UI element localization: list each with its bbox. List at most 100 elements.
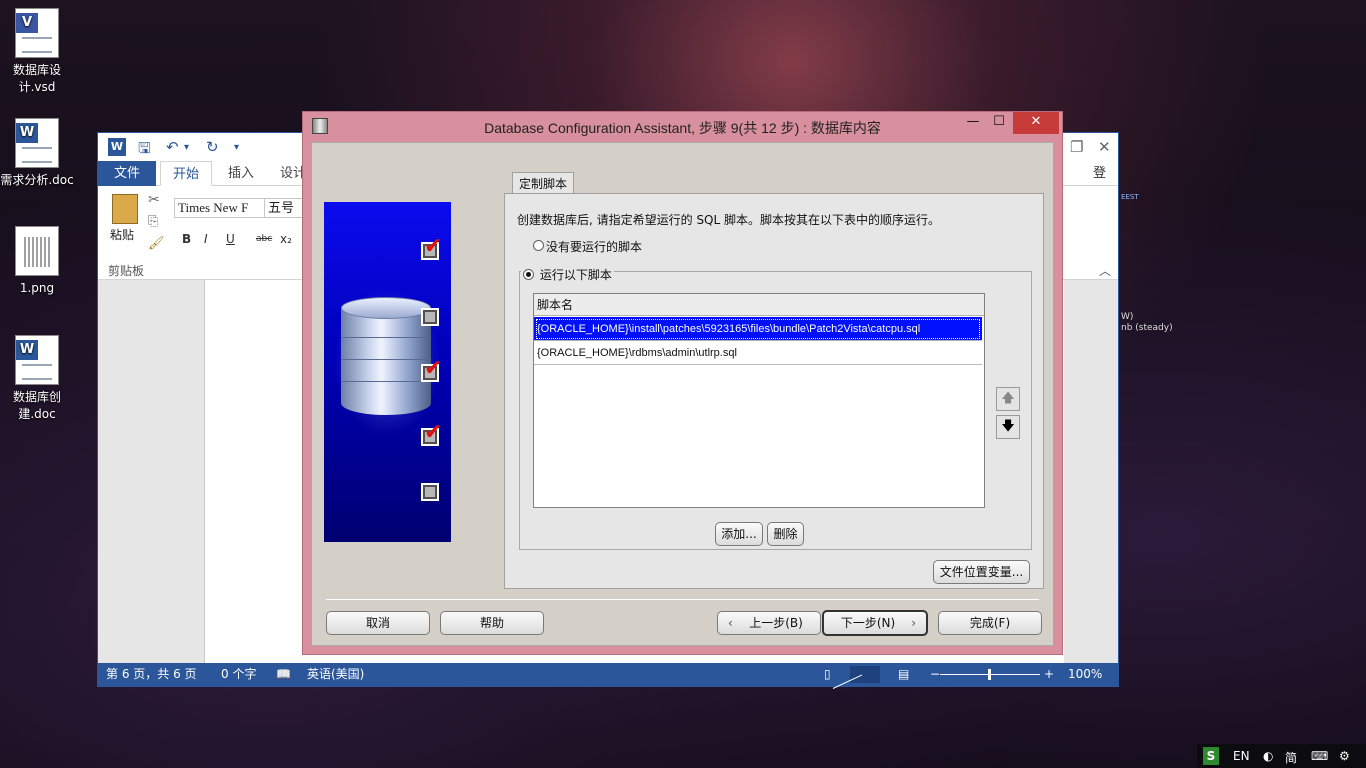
desktop-icon-label: 数据库设计.vsd	[12, 63, 61, 94]
next-button-label: 下一步(N)	[840, 616, 896, 630]
ime-mode-indicator[interactable]: 简	[1285, 749, 1297, 766]
maximize-icon[interactable]: ☐	[989, 112, 1009, 134]
copy-icon[interactable]: ⎘	[148, 214, 158, 229]
subscript-button[interactable]: x₂	[280, 232, 292, 246]
customize-qat-icon[interactable]: ▾	[234, 142, 239, 153]
radio-no-scripts[interactable]	[533, 240, 544, 251]
word-file-icon: W	[15, 118, 59, 168]
bg-text-steady: nb (steady)	[1121, 323, 1173, 333]
desktop-icon-doc-analysis[interactable]: W 需求分析.doc	[0, 118, 74, 189]
tab-file[interactable]: 文件	[98, 161, 156, 186]
radio-run-scripts[interactable]	[523, 269, 534, 280]
help-button[interactable]: 帮助	[440, 611, 544, 635]
step-check-4: ✔	[421, 422, 442, 446]
read-mode-icon[interactable]: ▯	[824, 663, 831, 686]
instructions-text: 创建数据库后, 请指定希望运行的 SQL 脚本。脚本按其在以下表中的顺序运行。	[517, 213, 941, 227]
file-location-variables-button[interactable]: 文件位置变量...	[933, 560, 1030, 584]
status-bar: 第 6 页，共 6 页 0 个字 📖 英语(美国) ▯ ▤ − + 100%	[98, 663, 1118, 686]
checkmark-icon: ✔	[424, 234, 443, 259]
bold-button[interactable]: B	[182, 232, 191, 246]
divider	[326, 599, 1039, 600]
table-row[interactable]: {ORACLE_HOME}\rdbms\admin\utlrp.sql	[534, 341, 982, 365]
word-file-icon: W	[15, 335, 59, 385]
settings-icon[interactable]: ⚙	[1339, 749, 1350, 763]
save-icon[interactable]: 🖫	[138, 138, 151, 163]
format-painter-icon[interactable]: 🖌	[148, 236, 165, 251]
zoom-in-icon[interactable]: +	[1044, 663, 1054, 686]
paste-button[interactable]: 粘贴	[110, 226, 134, 243]
undo-icon[interactable]: ↶	[166, 138, 179, 156]
tab-custom-scripts[interactable]: 定制脚本	[512, 172, 574, 194]
zoom-level[interactable]: 100%	[1068, 663, 1102, 686]
login-link[interactable]: 登录	[1081, 161, 1118, 206]
move-up-button[interactable]: 🡅	[996, 387, 1020, 411]
radio-run-wrap: 运行以下脚本	[521, 266, 614, 283]
add-script-button[interactable]: 添加...	[715, 522, 763, 546]
clipboard-group-label: 剪贴板	[108, 264, 145, 278]
dbca-dialog: Database Configuration Assistant, 步骤 9(共…	[302, 111, 1063, 655]
close-icon[interactable]: ✕	[1013, 112, 1059, 134]
delete-script-button[interactable]: 删除	[767, 522, 804, 546]
paste-icon[interactable]	[112, 194, 138, 224]
print-layout-icon[interactable]	[850, 666, 880, 683]
minimize-icon[interactable]: —	[963, 112, 983, 134]
dialog-titlebar[interactable]: Database Configuration Assistant, 步骤 9(共…	[303, 112, 1062, 142]
next-button[interactable]: 下一步(N) ›	[822, 610, 928, 636]
moon-icon[interactable]: ◐	[1263, 749, 1273, 763]
move-down-button[interactable]: 🡇	[996, 415, 1020, 439]
step-check-5	[421, 483, 439, 501]
desktop-icon-png[interactable]: 1.png	[0, 226, 74, 297]
redo-icon[interactable]: ↻	[206, 138, 219, 156]
language-indicator[interactable]: EN	[1233, 749, 1250, 763]
checkmark-icon: ✔	[424, 356, 443, 381]
custom-scripts-panel: 创建数据库后, 请指定希望运行的 SQL 脚本。脚本按其在以下表中的顺序运行。 …	[504, 193, 1044, 589]
finish-button[interactable]: 完成(F)	[938, 611, 1042, 635]
zoom-out-icon[interactable]: −	[930, 663, 940, 686]
proofing-icon[interactable]: 📖	[276, 663, 291, 686]
system-tray: S EN ◐ 简 ⌨ ⚙	[1197, 744, 1366, 768]
font-size-select[interactable]: 五号	[264, 198, 304, 218]
bg-text-eest: EEST	[1121, 193, 1139, 201]
strikethrough-button[interactable]: abc	[256, 234, 272, 244]
arrow-down-icon: 🡇	[1001, 419, 1015, 434]
italic-button[interactable]: I	[204, 232, 208, 246]
word-logo-icon: W	[108, 138, 126, 156]
underline-button[interactable]: U	[226, 232, 235, 246]
tab-home[interactable]: 开始	[160, 161, 213, 186]
image-file-icon	[15, 226, 59, 276]
table-row[interactable]: {ORACLE_HOME}\install\patches\5923165\fi…	[534, 317, 982, 341]
close-icon[interactable]: ✕	[1098, 138, 1111, 156]
tab-insert[interactable]: 插入	[216, 161, 266, 186]
arrow-up-icon: 🡅	[1001, 391, 1015, 406]
radio-run-scripts-label[interactable]: 运行以下脚本	[540, 268, 612, 282]
scripts-table[interactable]: 脚本名 {ORACLE_HOME}\install\patches\592316…	[533, 293, 985, 508]
back-button-label: 上一步(B)	[749, 616, 803, 630]
checkmark-icon: ✔	[424, 420, 443, 445]
collapse-ribbon-icon[interactable]: ︿	[1099, 262, 1111, 279]
zoom-slider-thumb[interactable]	[988, 669, 991, 680]
table-header-script-name[interactable]: 脚本名	[534, 294, 984, 316]
page-count[interactable]: 第 6 页，共 6 页	[106, 663, 197, 686]
dialog-client: ✔ ✔ ✔ 定制脚本 创建数据库后, 请指定希望运行的 SQL 脚本。脚本按其在…	[311, 142, 1054, 646]
restore-icon[interactable]: ❐	[1070, 138, 1083, 156]
desktop-icon-vsd[interactable]: V 数据库设计.vsd	[0, 8, 74, 96]
desktop-icon-label: 1.png	[19, 281, 55, 295]
web-layout-icon[interactable]: ▤	[898, 663, 909, 686]
chevron-down-icon[interactable]: ▾	[184, 142, 189, 153]
database-icon	[341, 297, 431, 422]
word-count[interactable]: 0 个字	[221, 663, 256, 686]
language-indicator[interactable]: 英语(美国)	[307, 663, 364, 686]
cut-icon[interactable]: ✂	[148, 192, 160, 208]
sogou-ime-icon[interactable]: S	[1203, 747, 1219, 765]
cancel-button[interactable]: 取消	[326, 611, 430, 635]
chevron-right-icon: ›	[911, 616, 916, 630]
desktop-icon-doc-create[interactable]: W 数据库创建.doc	[0, 335, 74, 423]
font-name-select[interactable]: Times New F	[174, 198, 266, 218]
step-check-1: ✔	[421, 236, 442, 260]
keyboard-icon[interactable]: ⌨	[1311, 749, 1328, 763]
back-button[interactable]: ‹ 上一步(B)	[717, 611, 821, 635]
bg-text-w: W)	[1121, 312, 1134, 322]
radio-no-scripts-label[interactable]: 没有要运行的脚本	[546, 238, 642, 255]
step-check-3: ✔	[421, 358, 442, 382]
progress-panel: ✔ ✔ ✔	[324, 202, 451, 542]
